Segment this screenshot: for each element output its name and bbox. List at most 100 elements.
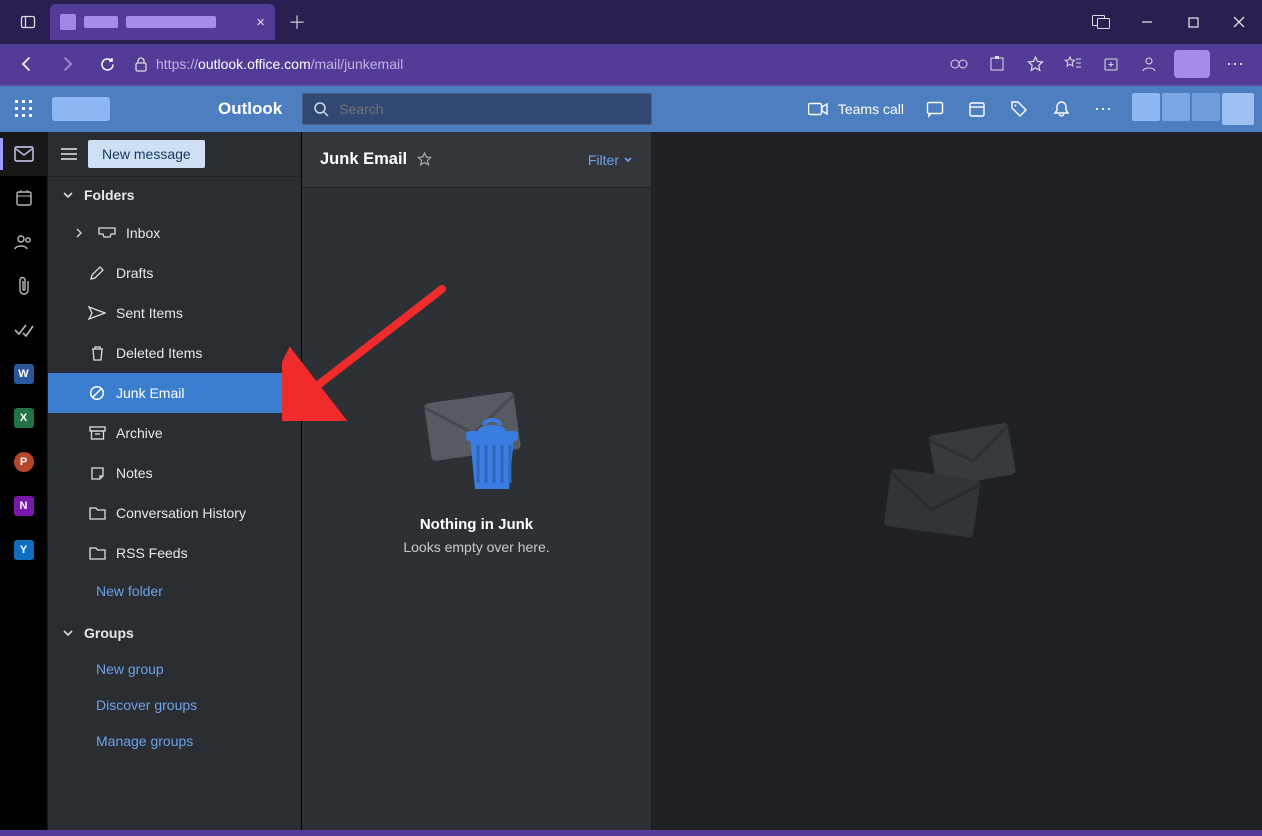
account-area[interactable]: [1132, 93, 1254, 125]
browser-title-bar: × ＋: [0, 0, 1262, 44]
chevron-down-icon: [62, 189, 74, 201]
folder-label: Drafts: [116, 265, 153, 281]
left-rail: W X P N Y: [0, 132, 48, 836]
reader-icon[interactable]: [940, 47, 978, 81]
folders-section-label: Folders: [84, 187, 135, 203]
rail-word-icon[interactable]: W: [0, 352, 48, 396]
empty-state: Nothing in Junk Looks empty over here.: [302, 188, 651, 836]
url-text: https://outlook.office.com/mail/junkemai…: [156, 56, 403, 72]
org-logo-redacted: [52, 97, 110, 121]
star-favorite-icon[interactable]: [1016, 47, 1054, 81]
video-icon: [808, 102, 828, 116]
folder-sent-items[interactable]: Sent Items: [48, 293, 301, 333]
folder-inbox[interactable]: Inbox: [48, 213, 301, 253]
calendar-day-icon[interactable]: [956, 86, 998, 132]
url-field[interactable]: https://outlook.office.com/mail/junkemai…: [128, 49, 938, 79]
send-icon: [88, 306, 106, 320]
message-list-header: Junk Email Filter: [302, 132, 651, 188]
folder-junk-email[interactable]: Junk Email: [48, 373, 301, 413]
message-list-title: Junk Email: [320, 150, 407, 169]
notifications-icon[interactable]: [1040, 86, 1082, 132]
tab-favicon: [60, 14, 76, 30]
more-menu-button[interactable]: ⋯: [1216, 47, 1254, 81]
groups-section-header[interactable]: Groups: [48, 615, 301, 651]
folder-label: Conversation History: [116, 505, 246, 521]
folders-section-header[interactable]: Folders: [48, 177, 301, 213]
folder-archive[interactable]: Archive: [48, 413, 301, 453]
hamburger-icon[interactable]: [60, 147, 78, 161]
archive-icon: [88, 426, 106, 440]
folder-label: Sent Items: [116, 305, 183, 321]
manage-groups-link[interactable]: Manage groups: [48, 723, 301, 759]
new-message-button[interactable]: New message: [88, 140, 205, 168]
favorites-bar-icon[interactable]: [1054, 47, 1092, 81]
empty-title: Nothing in Junk: [420, 516, 533, 533]
star-icon[interactable]: [417, 152, 432, 167]
app-brand: [48, 97, 198, 121]
reading-pane: [652, 132, 1262, 836]
nav-forward-button[interactable]: [48, 47, 86, 81]
tab-aside-button[interactable]: [1078, 6, 1124, 38]
extensions-icon[interactable]: [978, 47, 1016, 81]
tab-actions-button[interactable]: [12, 6, 44, 38]
folder-label: Inbox: [126, 225, 160, 241]
note-icon: [88, 466, 106, 481]
folder-rss-feeds[interactable]: RSS Feeds: [48, 533, 301, 573]
rail-people-icon[interactable]: [0, 220, 48, 264]
tab-title-redacted: [84, 16, 118, 28]
rail-excel-icon[interactable]: X: [0, 396, 48, 440]
block-icon: [88, 385, 106, 401]
message-list-pane: Junk Email Filter: [302, 132, 652, 836]
teams-call-button[interactable]: Teams call: [798, 101, 914, 117]
tab-close-button[interactable]: ×: [256, 14, 265, 31]
new-folder-link[interactable]: New folder: [48, 573, 301, 609]
chevron-right-icon: [74, 228, 88, 238]
rail-todo-icon[interactable]: [0, 308, 48, 352]
browser-address-bar: https://outlook.office.com/mail/junkemai…: [0, 44, 1262, 86]
minimize-button[interactable]: [1124, 6, 1170, 38]
chevron-down-icon: [623, 155, 633, 165]
nav-back-button[interactable]: [8, 47, 46, 81]
new-tab-button[interactable]: ＋: [281, 6, 313, 38]
lock-icon: [134, 56, 148, 72]
folder-label: Junk Email: [116, 385, 184, 401]
app-launcher-button[interactable]: [0, 86, 48, 132]
rail-calendar-icon[interactable]: [0, 176, 48, 220]
draft-icon: [88, 265, 106, 281]
reading-pane-placeholder-illustration: [877, 419, 1037, 549]
tag-icon[interactable]: [998, 86, 1040, 132]
rail-onenote-icon[interactable]: N: [0, 484, 48, 528]
folder-drafts[interactable]: Drafts: [48, 253, 301, 293]
browser-tab[interactable]: ×: [50, 4, 275, 40]
chat-icon[interactable]: [914, 86, 956, 132]
filter-label: Filter: [588, 152, 619, 168]
profile-icon[interactable]: [1130, 47, 1168, 81]
folder-label: RSS Feeds: [116, 545, 188, 561]
rail-files-icon[interactable]: [0, 264, 48, 308]
refresh-button[interactable]: [88, 47, 126, 81]
empty-junk-illustration: [412, 378, 542, 498]
app-title: Outlook: [218, 99, 282, 119]
search-input[interactable]: [337, 100, 641, 118]
rail-yammer-icon[interactable]: Y: [0, 528, 48, 572]
search-box[interactable]: [302, 93, 652, 125]
folder-notes[interactable]: Notes: [48, 453, 301, 493]
new-group-link[interactable]: New group: [48, 651, 301, 687]
empty-subtitle: Looks empty over here.: [403, 539, 549, 555]
discover-groups-link[interactable]: Discover groups: [48, 687, 301, 723]
collections-icon[interactable]: [1092, 47, 1130, 81]
rail-powerpoint-icon[interactable]: P: [0, 440, 48, 484]
folder-icon: [88, 547, 106, 560]
inbox-icon: [98, 226, 116, 240]
maximize-button[interactable]: [1170, 6, 1216, 38]
chevron-down-icon: [62, 627, 74, 639]
folder-conversation-history[interactable]: Conversation History: [48, 493, 301, 533]
tab-title-redacted: [126, 16, 216, 28]
close-window-button[interactable]: [1216, 6, 1262, 38]
profile-avatar[interactable]: [1174, 50, 1210, 78]
rail-mail-icon[interactable]: [0, 132, 48, 176]
more-icon[interactable]: ⋯: [1082, 86, 1124, 132]
filter-button[interactable]: Filter: [588, 152, 633, 168]
folder-deleted-items[interactable]: Deleted Items: [48, 333, 301, 373]
folder-icon: [88, 507, 106, 520]
